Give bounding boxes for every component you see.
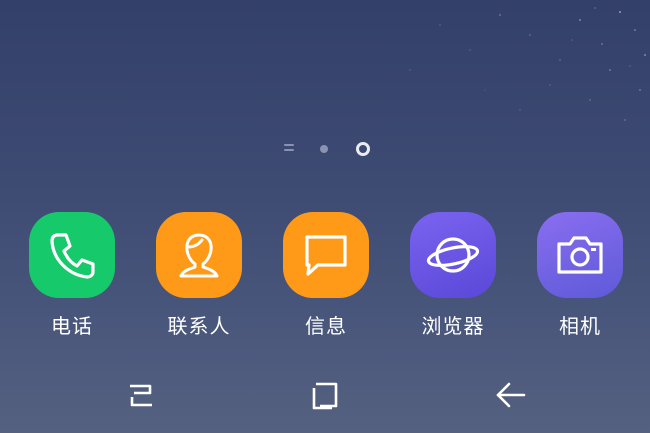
current-page-dot <box>356 142 370 156</box>
back-arrow-icon <box>496 382 526 408</box>
app-phone[interactable]: 电话 <box>17 212 127 339</box>
app-camera[interactable]: 相机 <box>525 212 635 339</box>
starfield-decoration <box>409 7 646 121</box>
app-browser[interactable]: 浏览器 <box>398 212 508 339</box>
home-icon <box>312 382 338 410</box>
browser-app-icon[interactable] <box>410 212 496 298</box>
recent-apps-button[interactable] <box>111 370 171 420</box>
app-contacts[interactable]: 联系人 <box>144 212 254 339</box>
home-button[interactable] <box>295 370 355 420</box>
recent-apps-icon <box>130 384 152 407</box>
page-dot <box>320 145 328 153</box>
app-label: 相机 <box>559 314 601 338</box>
camera-icon <box>557 236 603 274</box>
contacts-app-icon[interactable] <box>156 212 242 298</box>
browser-icon <box>426 237 480 273</box>
app-label: 联系人 <box>167 314 231 338</box>
contacts-icon <box>179 233 219 278</box>
home-page-marker <box>284 144 294 153</box>
camera-app-icon[interactable] <box>537 212 623 298</box>
app-messages[interactable]: 信息 <box>271 212 381 339</box>
app-label: 浏览器 <box>421 314 485 338</box>
phone-icon <box>50 233 95 279</box>
messages-icon <box>305 235 347 276</box>
page-indicator[interactable] <box>280 141 380 157</box>
app-label: 信息 <box>305 314 347 338</box>
app-label: 电话 <box>51 314 93 338</box>
messages-app-icon[interactable] <box>283 212 369 298</box>
back-button[interactable] <box>480 370 540 420</box>
phone-app-icon[interactable] <box>29 212 115 298</box>
navigation-bar <box>0 370 650 420</box>
app-dock: 电话 联系人 信息 浏览器 相机 <box>0 212 650 342</box>
